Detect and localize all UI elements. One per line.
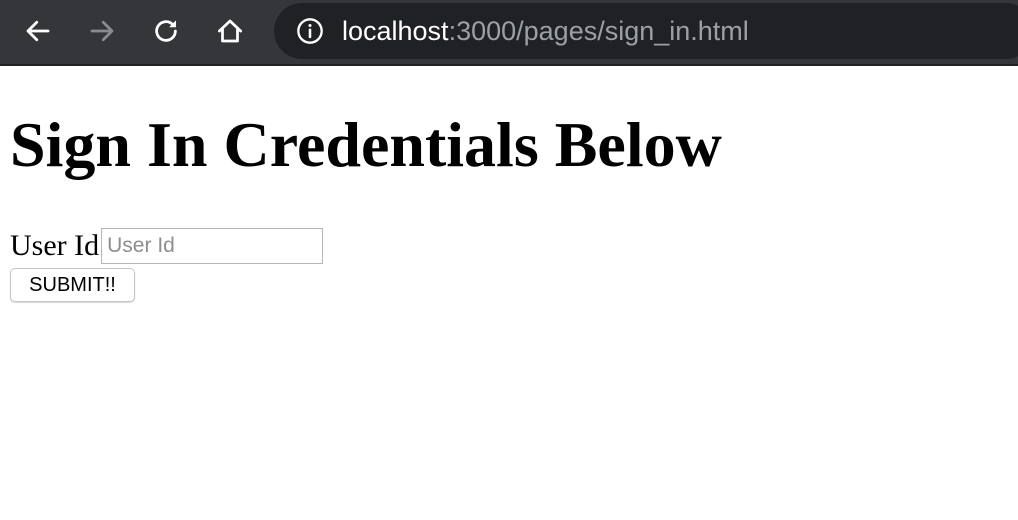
url-host: localhost bbox=[342, 16, 449, 46]
home-icon bbox=[218, 19, 242, 43]
browser-toolbar: localhost:3000/pages/sign_in.html bbox=[0, 0, 1018, 66]
reload-icon bbox=[155, 20, 177, 42]
submit-button[interactable]: SUBMIT!! bbox=[10, 268, 135, 302]
reload-button[interactable] bbox=[146, 11, 186, 51]
user-id-label: User Id bbox=[10, 229, 100, 262]
user-id-row: User Id bbox=[10, 228, 324, 264]
back-button[interactable] bbox=[18, 11, 58, 51]
url-path: :3000/pages/sign_in.html bbox=[448, 16, 749, 46]
url-text[interactable]: localhost:3000/pages/sign_in.html bbox=[342, 16, 749, 46]
user-id-input[interactable] bbox=[101, 228, 324, 264]
info-icon[interactable] bbox=[296, 17, 324, 45]
arrow-right-icon bbox=[90, 20, 114, 42]
address-bar[interactable]: localhost:3000/pages/sign_in.html bbox=[274, 3, 1018, 59]
forward-button[interactable] bbox=[82, 11, 122, 51]
page-title: Sign In Credentials Below bbox=[10, 109, 722, 180]
arrow-left-icon bbox=[26, 20, 50, 42]
home-button[interactable] bbox=[210, 11, 250, 51]
